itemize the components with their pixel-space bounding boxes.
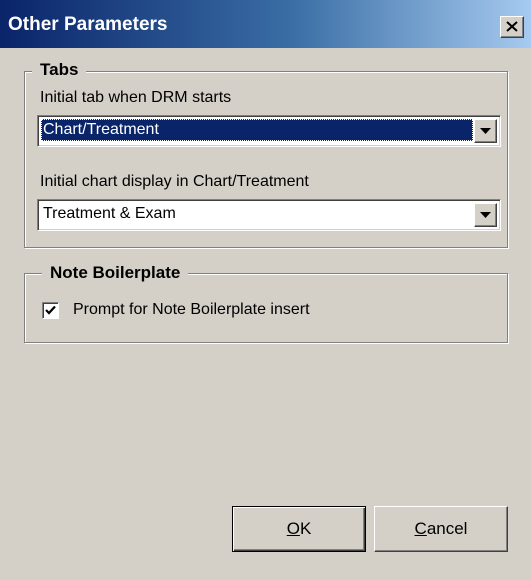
prompt-boilerplate-checkbox[interactable]: [42, 302, 59, 319]
other-parameters-dialog: Other Parameters Tabs Initial tab when D…: [0, 0, 531, 580]
cancel-button[interactable]: Cancel: [374, 506, 508, 552]
initial-chart-value: Treatment & Exam: [43, 205, 176, 222]
cancel-mnemonic: C: [414, 519, 427, 538]
close-button[interactable]: [500, 16, 524, 38]
prompt-boilerplate-label[interactable]: Prompt for Note Boilerplate insert: [73, 300, 310, 320]
cancel-label-rest: ancel: [426, 519, 468, 538]
dialog-title: Other Parameters: [8, 14, 168, 35]
initial-tab-dropdown-arrow[interactable]: [474, 119, 497, 143]
initial-chart-dropdown[interactable]: Treatment & Exam: [37, 199, 501, 231]
tabs-group-legend: Tabs: [32, 60, 87, 80]
initial-tab-label: Initial tab when DRM starts: [40, 89, 232, 106]
initial-chart-label: Initial chart display in Chart/Treatment: [40, 173, 309, 190]
ok-label-rest: K: [299, 519, 312, 538]
ok-mnemonic: O: [286, 519, 300, 538]
initial-tab-dropdown[interactable]: Chart/Treatment: [37, 115, 501, 147]
note-boilerplate-group-legend: Note Boilerplate: [42, 263, 189, 283]
initial-chart-dropdown-arrow[interactable]: [474, 203, 497, 227]
initial-tab-value: Chart/Treatment: [41, 119, 473, 141]
title-bar[interactable]: Other Parameters: [0, 0, 531, 48]
ok-button[interactable]: OK: [232, 506, 366, 552]
